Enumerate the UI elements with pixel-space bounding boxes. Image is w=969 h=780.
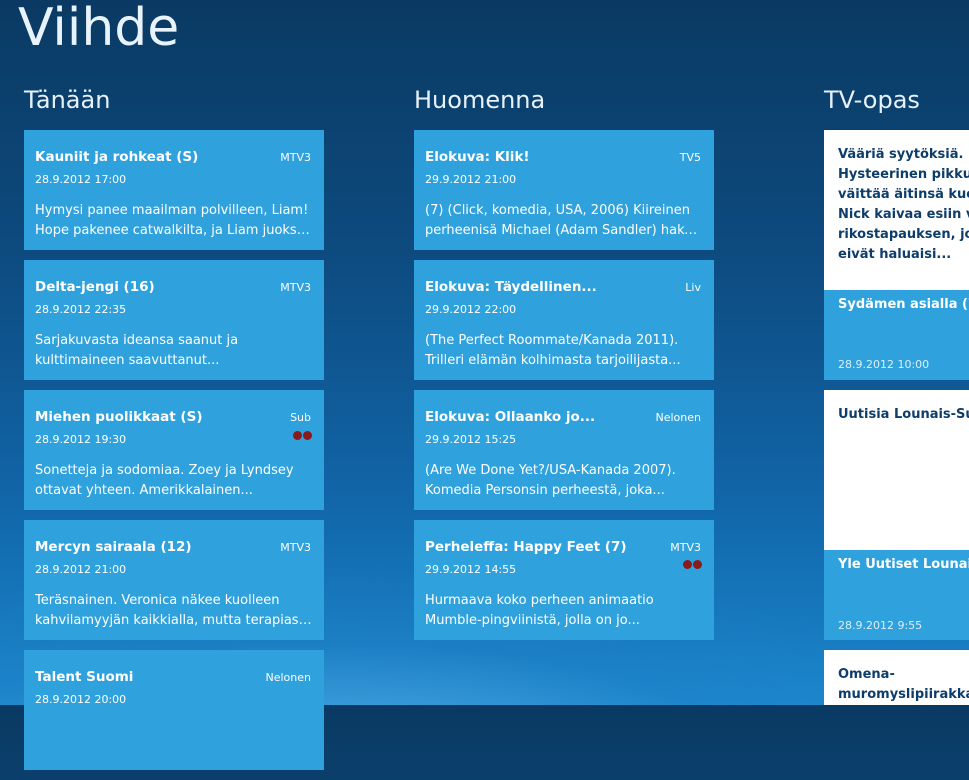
channel-label: Nelonen	[265, 671, 312, 684]
program-datetime: 28.9.2012 22:35	[35, 303, 127, 316]
program-title: Mercyn sairaala (12)	[35, 539, 192, 555]
program-description: (Are We Done Yet?/USA-Kanada 2007). Komed…	[425, 463, 676, 498]
channel-label: MTV3	[280, 151, 311, 164]
program-title: Elokuva: Ollaanko jo...	[425, 409, 596, 425]
program-tile[interactable]: Talent Suomi Nelonen 28.9.2012 20:00	[24, 650, 324, 770]
program-datetime: 28.9.2012 17:00	[35, 173, 127, 186]
program-datetime: 29.9.2012 22:00	[425, 303, 517, 316]
section-header-tv-guide[interactable]: TV-opas	[824, 86, 920, 114]
guide-text: eivät haluaisi...	[838, 247, 952, 262]
program-tile[interactable]: Miehen puolikkaat (S) Sub 28.9.2012 19:3…	[24, 390, 324, 510]
channel-label: Nelonen	[655, 411, 702, 424]
program-description: Sarjakuvasta ideansa saanut ja kulttimain…	[35, 333, 239, 368]
program-tile[interactable]: Perheleffa: Happy Feet (7) MTV3 29.9.201…	[414, 520, 714, 640]
program-datetime: 28.9.2012 19:30	[35, 433, 127, 446]
program-datetime: 29.9.2012 15:25	[425, 433, 517, 446]
guide-text: muromyslipiirakka.	[838, 687, 969, 702]
channel-label: MTV3	[670, 541, 701, 554]
program-tile[interactable]: Elokuva: Klik! TV5 29.9.2012 21:00 (7) (…	[414, 130, 714, 250]
program-tile[interactable]: Mercyn sairaala (12) MTV3 28.9.2012 21:0…	[24, 520, 324, 640]
program-title: Kauniit ja rohkeat (S)	[35, 149, 199, 165]
recording-indicator-icon	[293, 431, 312, 440]
channel-label: Sub	[290, 411, 311, 424]
channel-label: Liv	[685, 281, 701, 294]
guide-card[interactable]: Omena- muromyslipiirakka.	[824, 650, 969, 705]
program-description: Sonetteja ja sodomiaa. Zoey ja Lyndsey ot…	[35, 463, 294, 498]
guide-program-title: Sydämen asialla (7)	[838, 297, 969, 312]
program-description: (7) (Click, komedia, USA, 2006) Kiireine…	[425, 203, 702, 238]
program-description: (The Perfect Roommate/Kanada 2011). Trill…	[425, 333, 681, 368]
program-title: Perheleffa: Happy Feet (7)	[425, 539, 627, 555]
program-datetime: 28.9.2012 21:00	[35, 563, 127, 576]
program-title: Delta-jengi (16)	[35, 279, 155, 295]
program-title: Miehen puolikkaat (S)	[35, 409, 203, 425]
channel-label: TV5	[679, 151, 701, 164]
app-title: Viihde	[18, 0, 180, 58]
tomorrow-list: Elokuva: Klik! TV5 29.9.2012 21:00 (7) (…	[414, 130, 714, 650]
program-tile[interactable]: Kauniit ja rohkeat (S) MTV3 28.9.2012 17…	[24, 130, 324, 250]
program-tile[interactable]: Elokuva: Täydellinen... Liv 29.9.2012 22…	[414, 260, 714, 380]
program-title: Talent Suomi	[35, 669, 134, 685]
program-tile[interactable]: Elokuva: Ollaanko jo... Nelonen 29.9.201…	[414, 390, 714, 510]
program-description: Teräsnainen. Veronica näkee kuolleen kahv…	[35, 593, 312, 628]
guide-card[interactable]: Vääriä syytöksiä. Hysteerinen pikkuty vä…	[824, 130, 969, 290]
guide-text: Omena-	[838, 667, 895, 682]
program-tile[interactable]: Delta-jengi (16) MTV3 28.9.2012 22:35 Sa…	[24, 260, 324, 380]
today-list: Kauniit ja rohkeat (S) MTV3 28.9.2012 17…	[24, 130, 324, 780]
guide-card[interactable]: Uutisia Lounais-Suo	[824, 390, 969, 550]
guide-text: rikostapauksen, jota	[838, 227, 969, 242]
guide-program-datetime: 28.9.2012 10:00	[838, 358, 930, 371]
guide-program-datetime: 28.9.2012 9:55	[838, 619, 923, 632]
guide-text: väittää äitinsä kuolle	[838, 187, 969, 202]
program-title: Elokuva: Klik!	[425, 149, 530, 165]
program-description: Hurmaava koko perheen animaatio Mumble-pi…	[425, 593, 654, 628]
program-description: Hymysi panee maailman polvilleen, Liam! H…	[35, 203, 312, 238]
recording-indicator-icon	[683, 560, 702, 569]
program-title: Elokuva: Täydellinen...	[425, 279, 597, 295]
guide-text: Vääriä syytöksiä.	[838, 147, 964, 162]
guide-text: Uutisia Lounais-Suo	[838, 407, 969, 422]
channel-label: MTV3	[280, 541, 311, 554]
section-header-today[interactable]: Tänään	[24, 86, 110, 114]
guide-card[interactable]: Yle Uutiset Lounais- 28.9.2012 9:55	[824, 550, 969, 640]
guide-text: Nick kaivaa esiin var	[838, 207, 969, 222]
guide-text: Hysteerinen pikkuty	[838, 167, 969, 182]
program-datetime: 28.9.2012 20:00	[35, 693, 127, 706]
guide-card[interactable]: Sydämen asialla (7) 28.9.2012 10:00	[824, 290, 969, 380]
section-header-tomorrow[interactable]: Huomenna	[414, 86, 545, 114]
program-datetime: 29.9.2012 14:55	[425, 563, 517, 576]
guide-program-title: Yle Uutiset Lounais-	[838, 557, 969, 572]
program-datetime: 29.9.2012 21:00	[425, 173, 517, 186]
channel-label: MTV3	[280, 281, 311, 294]
